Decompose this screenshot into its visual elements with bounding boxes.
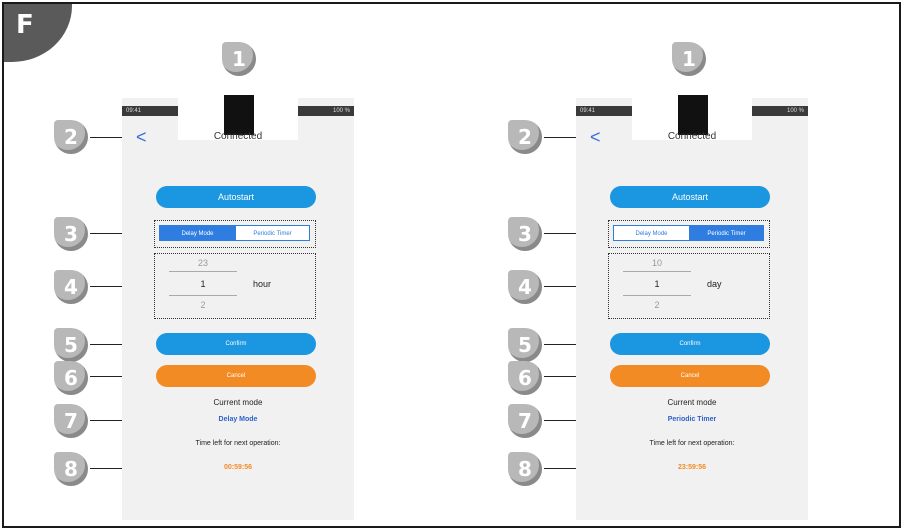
picker-unit-label: hour [253, 279, 272, 289]
status-time: 09:41 [122, 106, 178, 116]
callout-badge-6: 6 [508, 361, 542, 395]
phone-screen-periodic-timer: 09:41 100 % < Connected Autostart Delay … [576, 95, 808, 520]
mode-segmented-control: Delay Mode Periodic Timer [608, 220, 770, 248]
callout-badge-7: 7 [508, 404, 542, 438]
tab-delay-mode[interactable]: Delay Mode [159, 225, 236, 241]
picker-value-selected: 1 [654, 279, 660, 289]
callout-badge-4: 4 [54, 270, 88, 304]
picker-value-selected: 1 [200, 279, 206, 289]
picker-divider-bottom [169, 295, 237, 296]
section-label: F [16, 10, 34, 40]
callout-badge-1: 1 [222, 42, 256, 76]
duration-picker[interactable]: 10 1 2 day [608, 253, 770, 319]
back-chevron-icon[interactable]: < [590, 128, 601, 146]
phone-screen-delay-mode: 09:41 100 % < Connected Autostart Delay … [122, 95, 354, 520]
duration-picker[interactable]: 23 1 2 hour [154, 253, 316, 319]
time-left-value: 00:59:56 [223, 464, 253, 471]
cancel-button[interactable]: Cancel [610, 365, 770, 387]
confirm-button[interactable]: Confirm [156, 333, 316, 355]
current-mode-label: Current mode [213, 398, 263, 407]
figure-frame: F 1 2 3 4 5 6 7 8 09:41 100 % < Connecte… [2, 2, 901, 528]
back-chevron-icon[interactable]: < [136, 128, 147, 146]
tab-periodic-timer[interactable]: Periodic Timer [689, 225, 764, 241]
picker-value-below: 2 [200, 300, 206, 310]
autostart-button[interactable]: Autostart [156, 186, 316, 208]
tab-periodic-timer[interactable]: Periodic Timer [235, 225, 310, 241]
autostart-button[interactable]: Autostart [610, 186, 770, 208]
status-battery: 100 % [752, 106, 808, 116]
callout-badge-4: 4 [508, 270, 542, 304]
callout-badge-7: 7 [54, 404, 88, 438]
current-mode-value: Periodic Timer [667, 416, 717, 423]
current-mode-value: Delay Mode [218, 416, 258, 423]
mode-segmented-control: Delay Mode Periodic Timer [154, 220, 316, 248]
callout-badge-1: 1 [672, 42, 706, 76]
time-left-value: 23:59:56 [677, 464, 707, 471]
status-time: 09:41 [576, 106, 632, 116]
camera-notch [224, 95, 254, 135]
time-left-label: Time left for next operation: [649, 440, 735, 447]
picker-value-above: 10 [651, 258, 662, 268]
callout-badge-3: 3 [54, 217, 88, 251]
time-left-label: Time left for next operation: [195, 440, 281, 447]
picker-divider-bottom [623, 295, 691, 296]
connection-status-title: Connected [667, 131, 717, 142]
callout-badge-5: 5 [54, 328, 88, 362]
picker-unit-label: day [707, 279, 722, 289]
connection-status-title: Connected [213, 131, 263, 142]
current-mode-label: Current mode [667, 398, 717, 407]
camera-notch [678, 95, 708, 135]
callout-badge-6: 6 [54, 361, 88, 395]
picker-divider-top [623, 271, 691, 272]
callout-badge-8: 8 [54, 452, 88, 486]
picker-divider-top [169, 271, 237, 272]
cancel-button[interactable]: Cancel [156, 365, 316, 387]
section-tab: F [4, 4, 72, 62]
callout-badge-5: 5 [508, 328, 542, 362]
callout-badge-2: 2 [54, 120, 88, 154]
status-battery: 100 % [298, 106, 354, 116]
confirm-button[interactable]: Confirm [610, 333, 770, 355]
callout-badge-8: 8 [508, 452, 542, 486]
callout-badge-3: 3 [508, 217, 542, 251]
picker-value-below: 2 [654, 300, 660, 310]
tab-delay-mode[interactable]: Delay Mode [613, 225, 690, 241]
callout-badge-2: 2 [508, 120, 542, 154]
picker-value-above: 23 [197, 258, 208, 268]
